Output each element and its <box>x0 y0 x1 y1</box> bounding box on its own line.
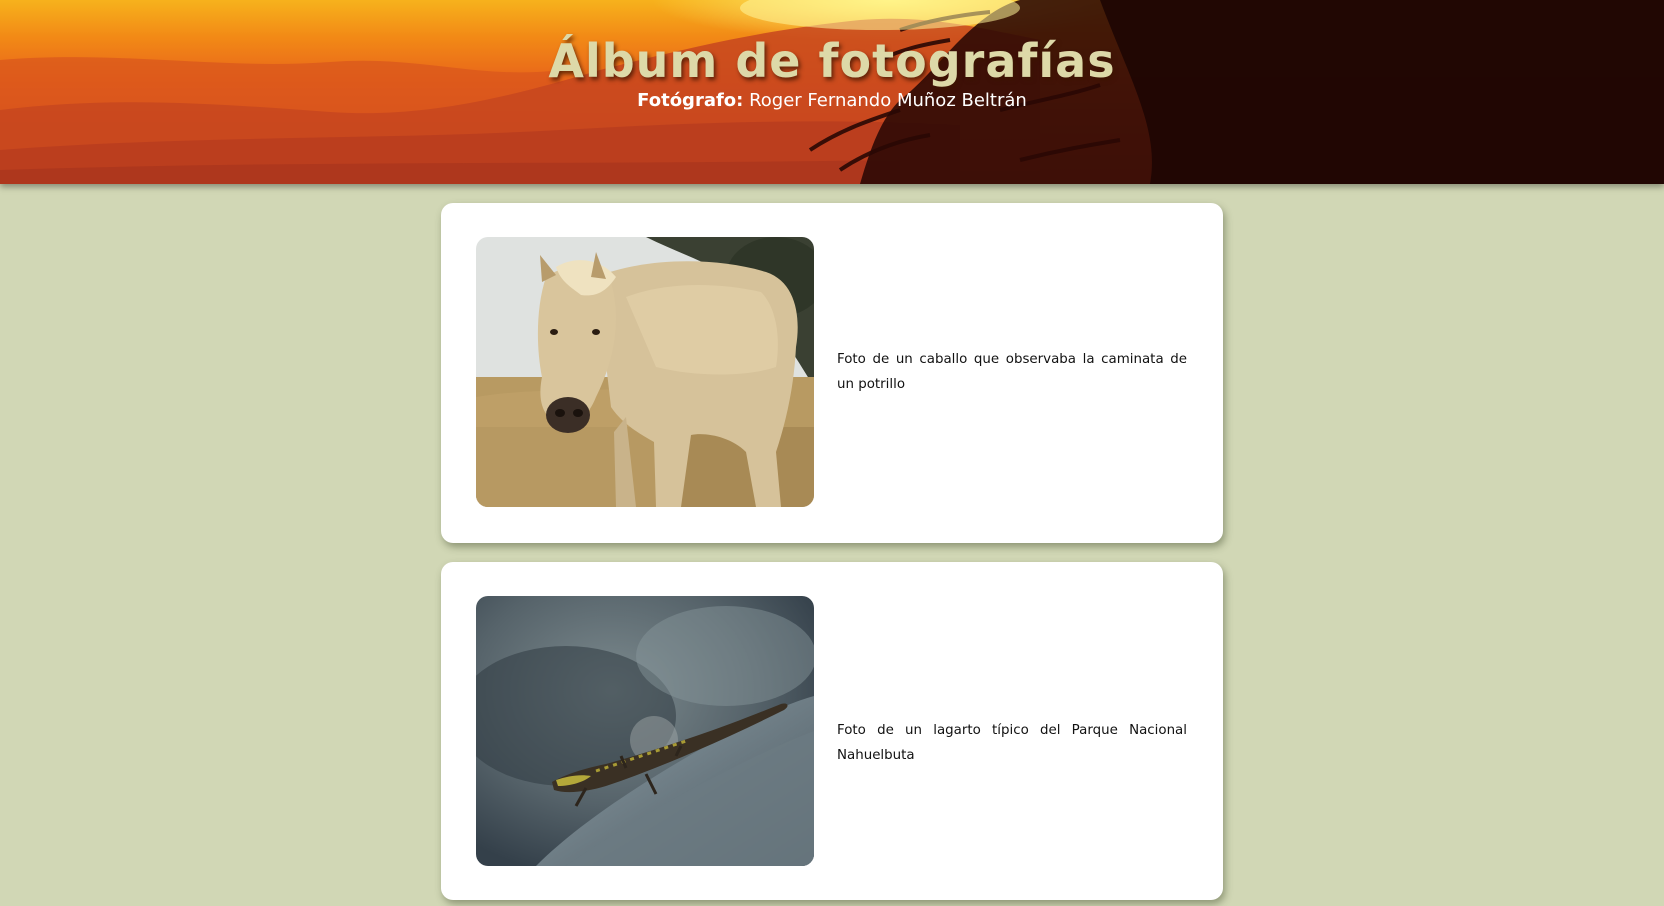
lizard-photo[interactable] <box>476 596 814 866</box>
photo-card: Foto de un caballo que observaba la cami… <box>441 203 1223 543</box>
horse-image <box>476 237 814 507</box>
photo-caption: Foto de un caballo que observaba la cami… <box>837 352 1187 392</box>
photographer-name: Roger Fernando Muñoz Beltrán <box>743 90 1027 111</box>
photo-card: Foto de un lagarto típico del Parque Nac… <box>441 562 1223 900</box>
photographer-credit: Fotógrafo: Roger Fernando Muñoz Beltrán <box>0 92 1664 110</box>
photographer-label: Fotógrafo: <box>637 90 744 111</box>
horse-photo[interactable] <box>476 237 814 507</box>
lizard-image <box>476 596 814 866</box>
photo-caption: Foto de un lagarto típico del Parque Nac… <box>837 723 1187 763</box>
page-title: Álbum de fotografías <box>548 34 1116 88</box>
header-banner: Álbum de fotografías Fotógrafo: Roger Fe… <box>0 0 1664 184</box>
